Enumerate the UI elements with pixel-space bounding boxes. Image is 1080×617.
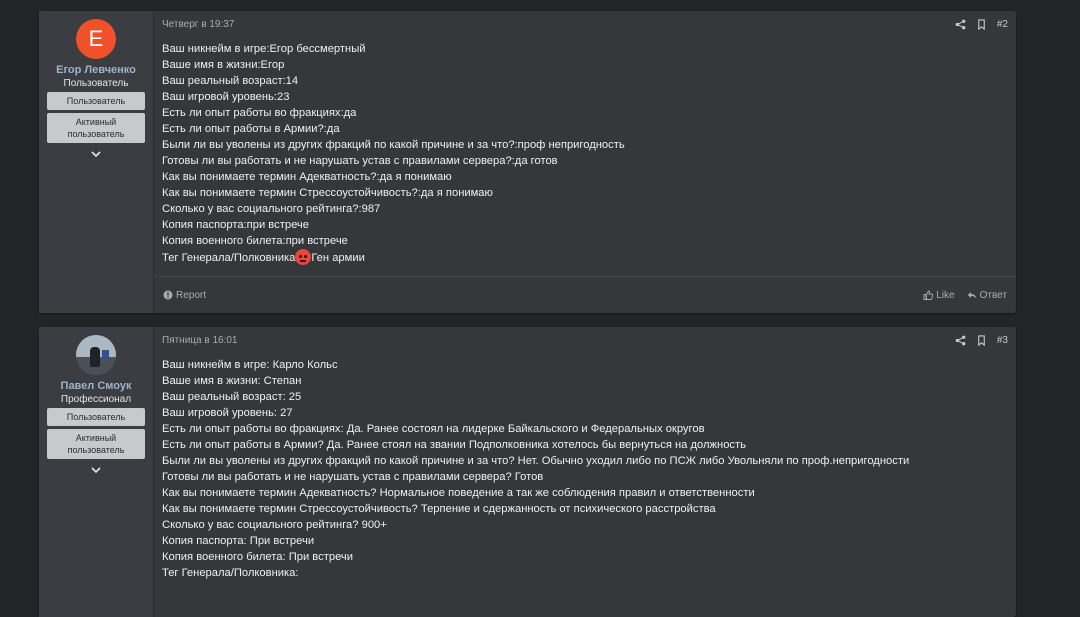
post-date-link[interactable]: Пятница в 16:01 <box>162 335 237 346</box>
post-body: Ваш никнейм в игре: Карло Кольс Ваше имя… <box>154 354 1016 581</box>
post-main: Четверг в 19:37 #2 Ваш никнейм в игре:Ег… <box>154 11 1016 313</box>
chevron-down-icon[interactable] <box>91 465 101 475</box>
post-line: Как вы понимаете термин Адекватность? Но… <box>162 487 755 499</box>
user-banner: Активный пользователь <box>47 113 145 143</box>
post-line: Есть ли опыт работы во фракциях: Да. Ран… <box>162 423 705 435</box>
user-title: Пользователь <box>63 78 129 89</box>
like-label: Like <box>936 289 955 301</box>
post-line: Сколько у вас социального рейтинга? 900+ <box>162 519 387 531</box>
post-number-link[interactable]: #3 <box>997 335 1008 346</box>
post-line: Тег Генерала/Полковника Ген армии <box>162 249 1008 266</box>
post-line: Ваш реальный возраст:14 <box>162 75 299 87</box>
user-banner: Активный пользователь <box>47 429 145 459</box>
post-header: Пятница в 16:01 #3 <box>154 327 1016 354</box>
like-button[interactable]: Like <box>923 289 955 301</box>
post-line: Ваш никнейм в игре: Карло Кольс <box>162 359 338 371</box>
post-footer: Report Like Ответ <box>154 276 1016 313</box>
post-line: Как вы понимаете термин Стрессоустойчиво… <box>162 187 493 199</box>
report-icon <box>163 290 173 300</box>
post-line: Есть ли опыт работы в Армии? Да. Ранее с… <box>162 439 746 451</box>
post-body: Ваш никнейм в игре:Егор бессмертный Ваше… <box>154 38 1016 266</box>
post-line: Тег Генерала/Полковника: <box>162 567 299 579</box>
user-banner: Пользователь <box>47 408 145 426</box>
post-line-text: Ген армии <box>311 252 365 264</box>
post-line: Сколько у вас социального рейтинга?:987 <box>162 203 381 215</box>
post-line: Копия паспорта:при встрече <box>162 219 309 231</box>
post-main: Пятница в 16:01 #3 Ваш никнейм в игре: К… <box>154 327 1016 617</box>
post-line: Как вы понимаете термин Адекватность?:да… <box>162 171 452 183</box>
report-label: Report <box>176 289 207 301</box>
post-line: Есть ли опыт работы в Армии?:да <box>162 123 340 135</box>
avatar[interactable] <box>76 335 116 375</box>
bookmark-icon[interactable] <box>976 335 987 346</box>
post-header-actions: #3 <box>955 335 1008 346</box>
post-2: Е Егор Левченко Пользователь Пользовател… <box>39 11 1016 313</box>
user-banner: Пользователь <box>47 92 145 110</box>
footer-left: Report <box>163 290 206 301</box>
chevron-down-icon[interactable] <box>91 149 101 159</box>
post-line-text: Тег Генерала/Полковника <box>162 252 296 264</box>
post-line: Копия паспорта: При встречи <box>162 535 315 547</box>
user-cell: Е Егор Левченко Пользователь Пользовател… <box>39 11 154 313</box>
reply-icon <box>967 292 977 299</box>
angry-face-emoji-icon <box>295 249 312 265</box>
post-line: Ваш никнейм в игре:Егор бессмертный <box>162 43 366 55</box>
post-3: Павел Смоук Профессионал Пользователь Ак… <box>39 327 1016 617</box>
post-line: Ваш игровой уровень:23 <box>162 91 290 103</box>
user-title: Профессионал <box>60 394 132 405</box>
post-line: Были ли вы уволены из других фракций по … <box>162 455 910 467</box>
post-line: Как вы понимаете термин Стрессоустойчиво… <box>162 503 716 515</box>
user-cell: Павел Смоук Профессионал Пользователь Ак… <box>39 327 154 617</box>
post-line: Ваше имя в жизни: Степан <box>162 375 302 387</box>
bookmark-icon[interactable] <box>976 19 987 30</box>
post-line: Есть ли опыт работы во фракциях:да <box>162 107 357 119</box>
report-button[interactable]: Report <box>163 290 206 301</box>
post-line: Были ли вы уволены из других фракций по … <box>162 139 625 151</box>
post-line: Готовы ли вы работать и не нарушать уста… <box>162 155 558 167</box>
footer-right: Like Ответ <box>923 290 1007 301</box>
post-date-link[interactable]: Четверг в 19:37 <box>162 19 234 30</box>
post-header: Четверг в 19:37 #2 <box>154 11 1016 38</box>
post-line: Ваш игровой уровень: 27 <box>162 407 293 419</box>
reply-label: Ответ <box>979 289 1007 301</box>
share-icon[interactable] <box>955 335 966 346</box>
post-line: Ваш реальный возраст: 25 <box>162 391 302 403</box>
share-icon[interactable] <box>955 19 966 30</box>
post-line: Ваше имя в жизни:Егор <box>162 59 285 71</box>
username-link[interactable]: Егор Левченко <box>56 64 136 76</box>
reply-button[interactable]: Ответ <box>967 290 1007 301</box>
post-header-actions: #2 <box>955 19 1008 30</box>
post-line: Готовы ли вы работать и не нарушать уста… <box>162 471 544 483</box>
post-line: Копия военного билета: При встречи <box>162 551 353 563</box>
post-line: Копия военного билета:при встрече <box>162 235 348 247</box>
post-number-link[interactable]: #2 <box>997 19 1008 30</box>
username-link[interactable]: Павел Смоук <box>61 380 132 392</box>
avatar[interactable]: Е <box>76 19 116 59</box>
thumbs-up-icon <box>923 290 934 300</box>
